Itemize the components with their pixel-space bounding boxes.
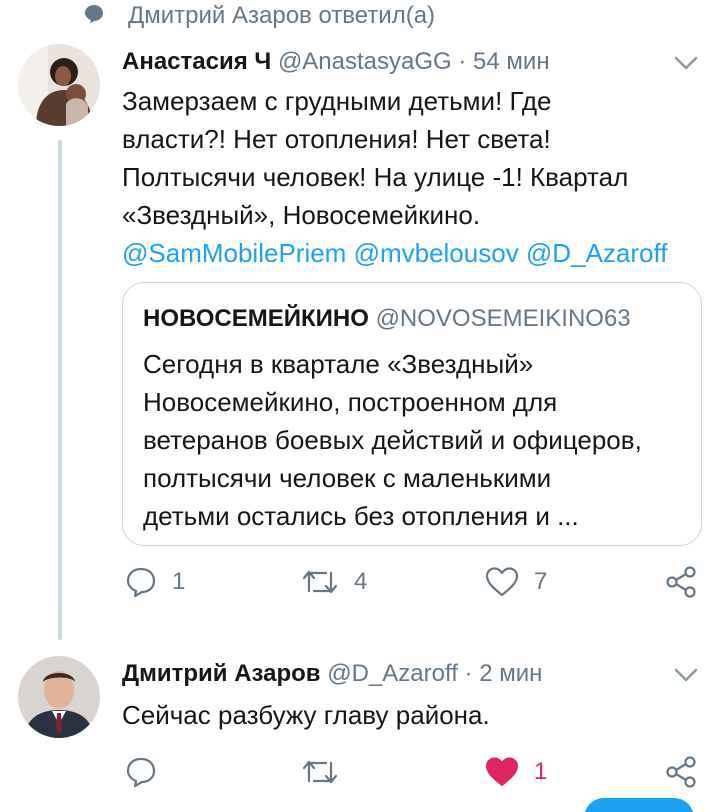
tweet-body: Замерзаем с грудными детьми! Где власти?… <box>122 82 712 272</box>
quoted-line: полтысячи человек с маленькими <box>143 463 552 493</box>
reply-icon <box>126 567 156 598</box>
quoted-line: Новосемейкино, построенном для <box>143 387 558 417</box>
retweet-button[interactable] <box>300 752 340 792</box>
quoted-tweet-header: НОВОСЕМЕЙКИНО @NOVOSEMEIKINO63 <box>143 305 631 333</box>
timestamp[interactable]: 54 мин <box>473 48 550 75</box>
tweet-header: Дмитрий Азаров @D_Azaroff · 2 мин <box>122 660 542 688</box>
chevron-down-icon[interactable] <box>673 54 699 72</box>
author-handle[interactable]: @D_Azaroff <box>327 660 458 687</box>
tweet-actions: 1 4 7 <box>0 562 717 602</box>
separator-dot: · <box>458 48 467 75</box>
tweet-line: «Звездный», Новосемейкино. <box>122 200 481 230</box>
avatar-dmitry[interactable] <box>18 656 100 738</box>
quoted-line: ветеранов боевых действий и офицеров, <box>143 425 642 455</box>
quoted-line: Сегодня в квартале «Звездный» <box>143 349 534 379</box>
like-button[interactable]: 7 <box>484 562 547 602</box>
chevron-down-icon[interactable] <box>673 666 699 684</box>
compose-button[interactable] <box>584 798 694 812</box>
separator-dot: · <box>464 660 473 687</box>
quoted-author-name: НОВОСЕМЕЙКИНО <box>143 305 369 332</box>
author-name[interactable]: Дмитрий Азаров <box>122 660 321 687</box>
author-name[interactable]: Анастасия Ч <box>122 48 271 75</box>
tweet-line: Замерзаем с грудными детьми! Где <box>122 86 552 116</box>
quoted-author-handle: @NOVOSEMEIKINO63 <box>375 305 631 332</box>
share-icon <box>666 566 696 598</box>
tweet-header: Анастасия Ч @AnastasyaGG · 54 мин <box>122 48 550 76</box>
tweet-actions: 1 <box>0 752 717 792</box>
heart-filled-icon <box>486 757 518 786</box>
retweet-button[interactable]: 4 <box>300 562 367 602</box>
share-button[interactable] <box>664 562 698 602</box>
author-handle[interactable]: @AnastasyaGG <box>278 48 452 75</box>
tweet-line: Полтысячи человек! На улице -1! Квартал <box>122 162 629 192</box>
like-count: 7 <box>534 568 548 595</box>
mention-links[interactable]: @SamMobilePriem @mvbelousov @D_Azaroff <box>122 234 712 272</box>
share-button[interactable] <box>664 752 698 792</box>
quoted-tweet[interactable]: НОВОСЕМЕЙКИНО @NOVOSEMEIKINO63 Сегодня в… <box>122 282 702 546</box>
reply-button[interactable]: 1 <box>124 562 185 602</box>
reply-count: 1 <box>172 568 186 595</box>
heart-icon <box>485 567 519 597</box>
share-icon <box>666 756 696 788</box>
timestamp[interactable]: 2 мин <box>479 660 542 687</box>
reply-context-text: Дмитрий Азаров ответил(а) <box>128 2 436 29</box>
retweet-count: 4 <box>354 568 368 595</box>
quoted-line: детьми остались без отопления и ... <box>143 501 579 531</box>
tweet-line: власти?! Нет отопления! Нет света! <box>122 124 551 154</box>
speech-bubble-icon <box>85 5 103 24</box>
retweet-icon <box>302 570 338 594</box>
like-button[interactable]: 1 <box>484 752 547 792</box>
reply-button[interactable] <box>124 752 158 792</box>
reply-context: Дмитрий Азаров ответил(а) <box>0 0 717 36</box>
retweet-icon <box>302 760 338 784</box>
quoted-tweet-body: Сегодня в квартале «Звездный» Новосемейк… <box>143 345 688 535</box>
avatar-anastasia[interactable] <box>18 44 100 126</box>
like-count: 1 <box>534 758 548 785</box>
tweet-body: Сейчас разбужу главу района. <box>122 700 490 730</box>
reply-icon <box>126 757 156 788</box>
